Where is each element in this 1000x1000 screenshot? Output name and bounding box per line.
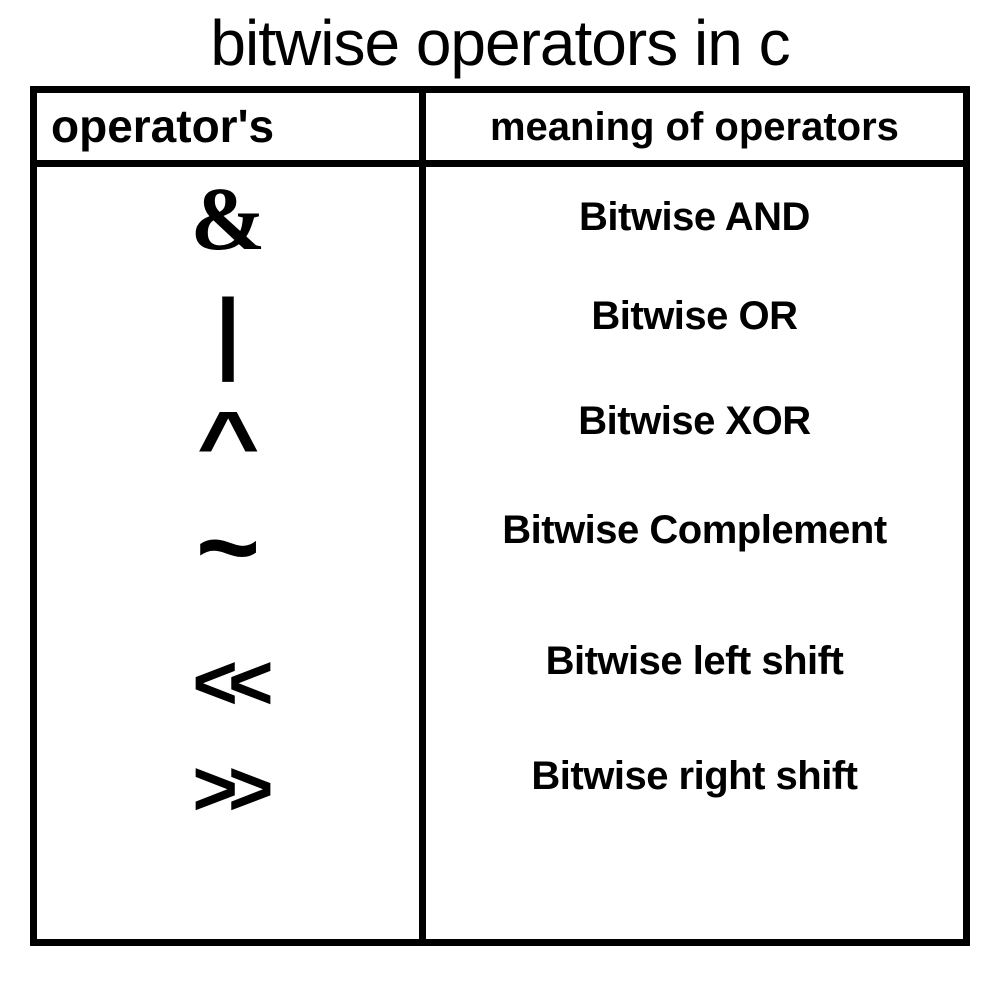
operator-meaning: Bitwise XOR — [426, 399, 963, 444]
operator-symbol: & — [37, 175, 419, 265]
header-operators: operator's — [37, 93, 426, 160]
operator-symbol: >> — [37, 749, 419, 827]
operators-table: operator's meaning of operators & | ^ ~ … — [30, 86, 970, 946]
header-meaning: meaning of operators — [426, 93, 963, 160]
table-body: & | ^ ~ << >> Bitwise AND Bitwise OR Bit… — [37, 167, 963, 939]
operator-symbol: << — [37, 643, 419, 721]
operator-meaning: Bitwise left shift — [426, 639, 963, 684]
operator-meaning: Bitwise AND — [426, 195, 963, 240]
operator-symbol: | — [37, 287, 419, 377]
operator-symbol: ^ — [196, 399, 259, 489]
page-title: bitwise operators in c — [0, 0, 1000, 80]
operator-meaning: Bitwise right shift — [426, 754, 963, 799]
operators-column: & | ^ ~ << >> — [37, 167, 426, 939]
operator-meaning: Bitwise Complement — [426, 508, 963, 553]
operator-meaning: Bitwise OR — [426, 294, 963, 339]
table-header-row: operator's meaning of operators — [37, 93, 963, 167]
operator-symbol: ~ — [37, 493, 419, 603]
meanings-column: Bitwise AND Bitwise OR Bitwise XOR Bitwi… — [426, 167, 963, 939]
